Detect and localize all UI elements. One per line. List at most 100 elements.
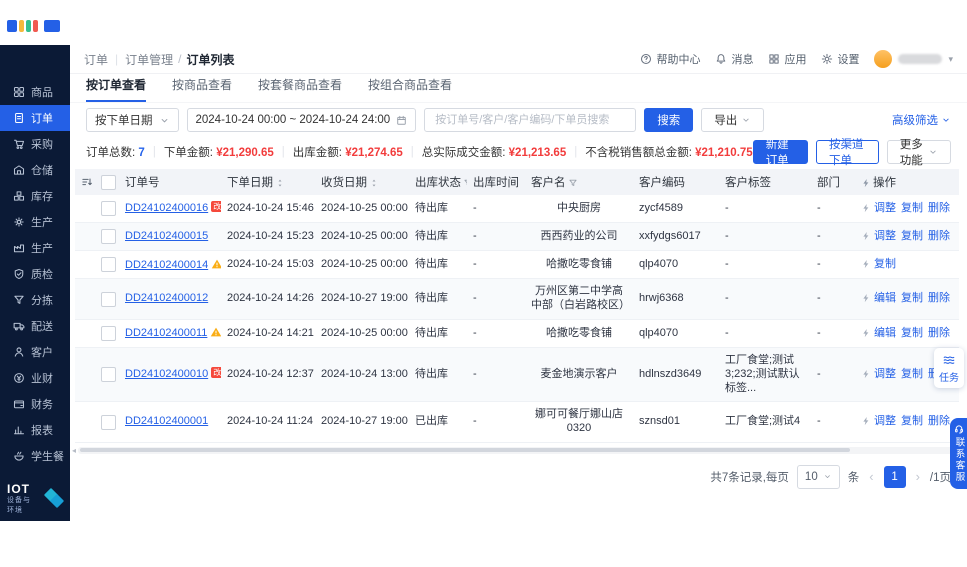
scroll-left-arrow[interactable]: ◂: [72, 446, 76, 455]
next-page-button[interactable]: ›: [914, 469, 922, 484]
op-delete-link[interactable]: 删除: [928, 292, 950, 304]
tab-by-goods[interactable]: 按商品查看: [172, 76, 232, 102]
order-number-link[interactable]: DD24102400010: [125, 368, 208, 380]
user-menu[interactable]: ▾: [874, 50, 953, 68]
op-copy-link[interactable]: 复制: [901, 230, 923, 242]
select-all-checkbox[interactable]: [101, 174, 116, 190]
search-input[interactable]: [433, 113, 628, 127]
op-edit-link[interactable]: 编辑: [874, 292, 896, 304]
column-header-customer-code[interactable]: 客户编码: [633, 169, 719, 195]
sidebar-item-finance[interactable]: 财务: [0, 391, 70, 417]
prev-page-button[interactable]: ‹: [867, 469, 875, 484]
channel-order-button[interactable]: 按渠道下单: [816, 139, 879, 167]
op-copy-link[interactable]: 复制: [901, 292, 923, 304]
order-modified-badge: 改: [211, 367, 221, 379]
sidebar-item-customers[interactable]: 客户: [0, 339, 70, 365]
row-checkbox[interactable]: [101, 414, 116, 430]
sidebar-item-reports[interactable]: 报表: [0, 417, 70, 443]
date-range-picker[interactable]: 2024-10-24 00:00 ~ 2024-10-24 24:00: [186, 108, 417, 132]
topbar-messages-button[interactable]: 消息: [715, 51, 753, 67]
cell-department: -: [811, 195, 855, 224]
cell-out-time: -: [467, 195, 525, 224]
column-header-status[interactable]: 出库状态: [409, 169, 467, 195]
order-number-link[interactable]: DD24102400001: [125, 415, 208, 427]
user-avatar[interactable]: [874, 50, 893, 68]
more-actions-button[interactable]: 更多功能: [886, 139, 951, 167]
order-number-link[interactable]: DD24102400011: [125, 327, 207, 339]
op-copy-link[interactable]: 复制: [874, 258, 896, 270]
op-adjust-link[interactable]: 调整: [874, 230, 896, 242]
sidebar-item-quality[interactable]: 质检: [0, 261, 70, 287]
tab-by-combo-goods[interactable]: 按组合商品查看: [368, 76, 452, 102]
chevron-icon: [943, 118, 949, 122]
column-header-department[interactable]: 部门: [811, 169, 855, 195]
op-copy-link[interactable]: 复制: [901, 327, 923, 339]
op-delete-link[interactable]: 删除: [928, 415, 950, 427]
row-checkbox[interactable]: [101, 367, 116, 383]
date-range-value: 2024-10-24 00:00 ~ 2024-10-24 24:00: [195, 114, 391, 126]
column-header-order-date[interactable]: 下单日期: [221, 169, 315, 195]
summary-separator: |: [152, 146, 156, 158]
row-checkbox[interactable]: [101, 325, 116, 341]
column-header-order-no[interactable]: 订单号: [119, 169, 221, 195]
contact-support-button[interactable]: 联系客服: [950, 418, 967, 489]
topbar-settings-button[interactable]: 设置: [821, 51, 859, 67]
order-number-link[interactable]: DD24102400012: [125, 292, 208, 304]
op-delete-link[interactable]: 删除: [928, 327, 950, 339]
search-button[interactable]: 搜索: [644, 108, 694, 132]
row-checkbox[interactable]: [101, 257, 116, 273]
order-number-link[interactable]: DD24102400014: [125, 259, 208, 271]
topbar-apps-button[interactable]: 应用: [768, 51, 806, 67]
op-adjust-link[interactable]: 调整: [874, 368, 896, 380]
table-row: DD24102400015 2024-10-24 15:23 2024-10-25 …: [75, 222, 959, 252]
op-delete-link[interactable]: 删除: [928, 230, 950, 242]
row-checkbox[interactable]: [101, 291, 116, 307]
sidebar-item-goods[interactable]: 商品: [0, 79, 70, 105]
op-delete-link[interactable]: 删除: [928, 202, 950, 214]
op-edit-link[interactable]: 编辑: [874, 327, 896, 339]
more-actions-label: 更多功能: [899, 139, 923, 167]
advanced-filter-button[interactable]: 高级筛选: [892, 112, 951, 128]
export-button[interactable]: 导出: [701, 108, 765, 132]
op-adjust-link[interactable]: 调整: [874, 202, 896, 214]
scrollbar-track[interactable]: [78, 446, 953, 454]
tab-by-order[interactable]: 按订单查看: [86, 76, 147, 102]
column-header-out-time[interactable]: 出库时间: [467, 169, 525, 195]
op-copy-link[interactable]: 复制: [901, 415, 923, 427]
sidebar-item-delivery[interactable]: 配送: [0, 313, 70, 339]
cell-department: -: [811, 401, 855, 443]
breadcrumb-parent[interactable]: 订单管理: [125, 51, 173, 68]
tab-by-package-goods[interactable]: 按套餐商品查看: [258, 76, 342, 102]
current-page-button[interactable]: 1: [883, 465, 906, 488]
order-number-link[interactable]: DD24102400016: [125, 202, 208, 214]
sidebar-item-biz-finance[interactable]: 业财: [0, 365, 70, 391]
sidebar-item-sorting[interactable]: 分拣: [0, 287, 70, 313]
sidebar-item-warehouse[interactable]: 仓储: [0, 157, 70, 183]
column-header-delivery-date[interactable]: 收货日期: [315, 169, 409, 195]
sidebar-item-purchase[interactable]: 采购: [0, 131, 70, 157]
column-header-customer[interactable]: 客户名: [525, 169, 633, 195]
column-header-tags[interactable]: 客户标签: [719, 169, 811, 195]
topbar-help-button[interactable]: 帮助中心: [640, 51, 700, 67]
row-checkbox[interactable]: [101, 229, 116, 245]
sidebar-item-production-1[interactable]: 生产: [0, 209, 70, 235]
op-copy-link[interactable]: 复制: [901, 202, 923, 214]
sidebar-item-student-meal[interactable]: 学生餐: [0, 443, 70, 469]
op-adjust-link[interactable]: 调整: [874, 415, 896, 427]
cell-ops: 编辑 复制 删除: [855, 319, 959, 349]
sidebar-item-inventory[interactable]: 库存: [0, 183, 70, 209]
column-header-ops[interactable]: 操作: [855, 169, 959, 195]
task-float-button[interactable]: 任务: [934, 348, 964, 388]
row-checkbox[interactable]: [101, 201, 116, 216]
order-number-link[interactable]: DD24102400015: [125, 230, 208, 242]
page-size-select[interactable]: 10: [796, 464, 840, 489]
cell-customer: 麦金地演示客户: [525, 347, 633, 403]
column-settings-header[interactable]: [75, 169, 95, 195]
scrollbar-thumb[interactable]: [80, 448, 850, 453]
new-order-button[interactable]: 新建订单: [752, 139, 809, 167]
sidebar-item-production-2[interactable]: 生产: [0, 235, 70, 261]
op-copy-link[interactable]: 复制: [901, 368, 923, 380]
sidebar-item-label: 业财: [31, 373, 53, 385]
sidebar-item-orders[interactable]: 订单: [0, 105, 70, 131]
date-type-select[interactable]: 按下单日期: [86, 108, 179, 132]
